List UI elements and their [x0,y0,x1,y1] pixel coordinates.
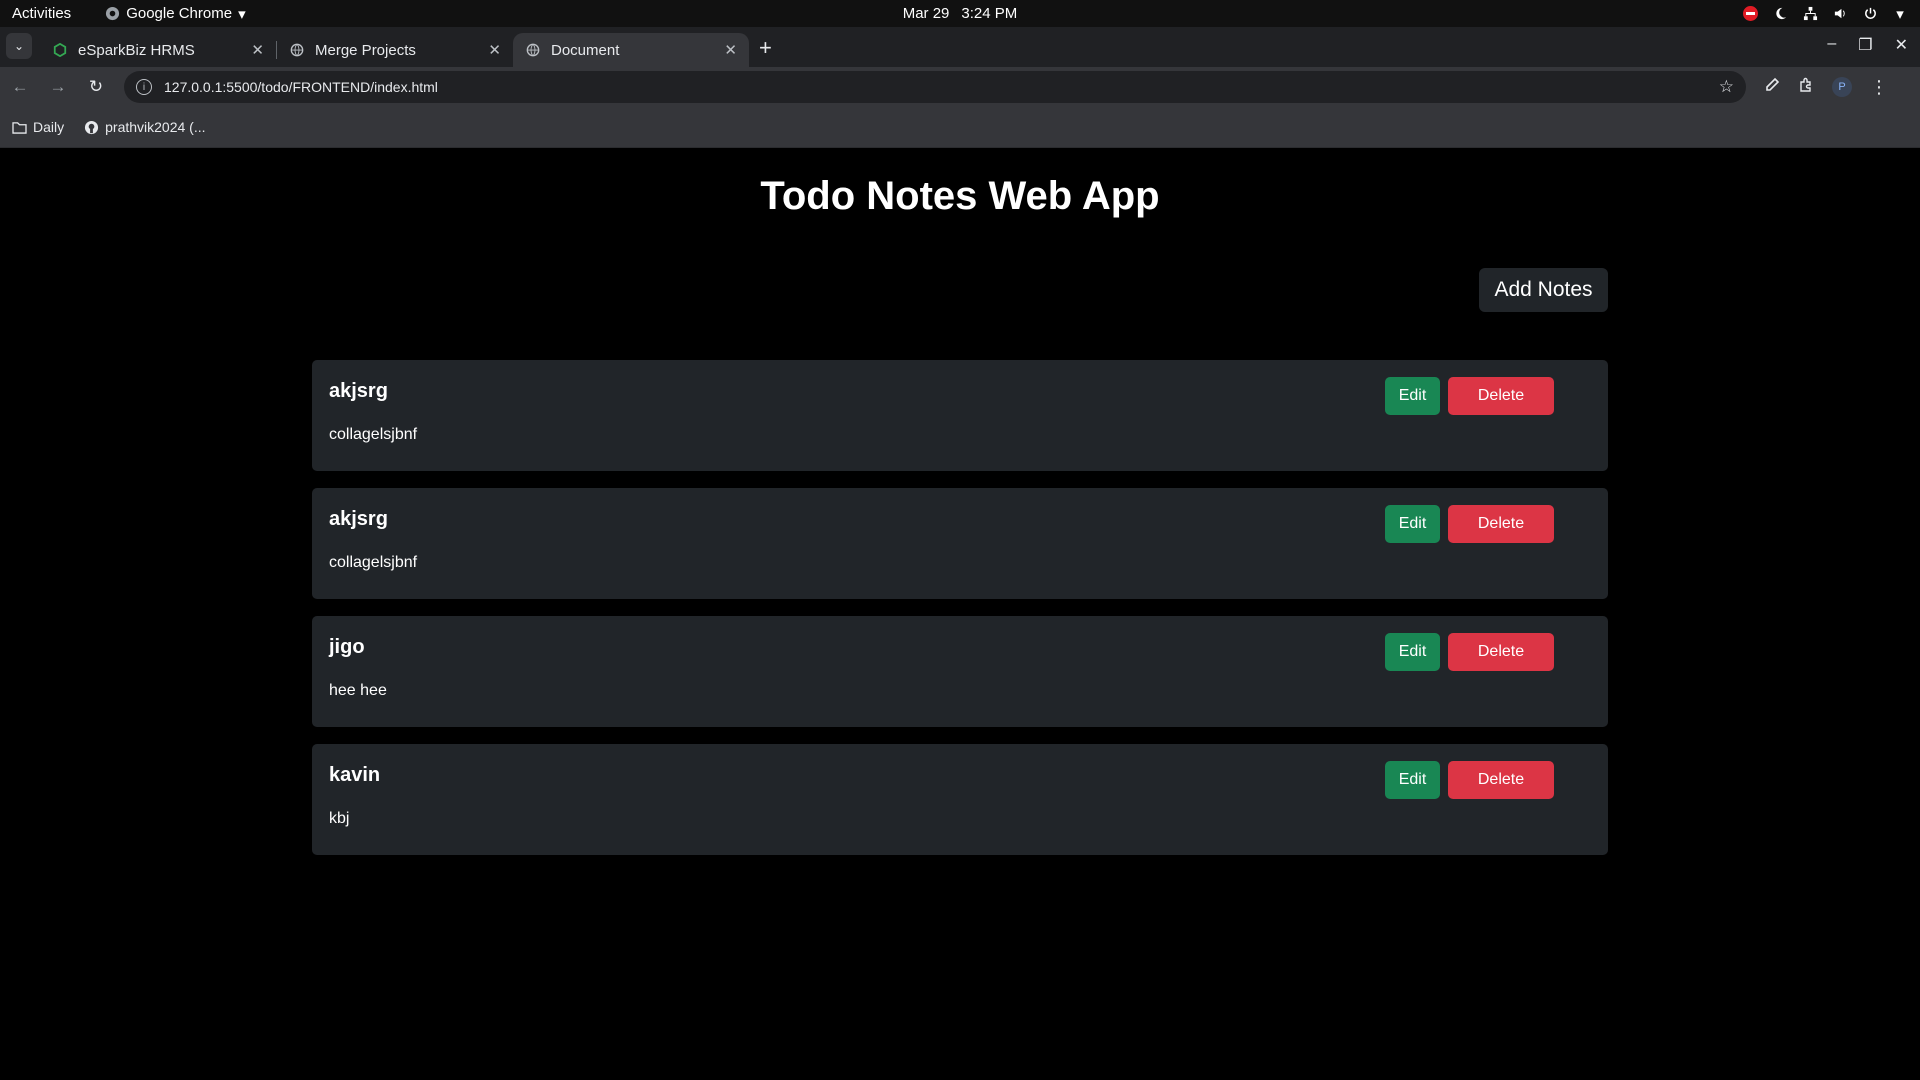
restore-icon[interactable]: ❐ [1858,35,1872,55]
close-tab-icon[interactable]: ✕ [251,41,264,59]
delete-button[interactable]: Delete [1448,761,1554,799]
address-bar[interactable]: i 127.0.0.1:5500/todo/FRONTEND/index.htm… [124,71,1746,103]
tab-merge-projects[interactable]: Merge Projects ✕ [277,33,513,67]
tab-title: Merge Projects [315,41,416,59]
back-icon[interactable]: ← [10,77,30,97]
system-top-bar: Activities Google Chrome ▾ Mar 29 3:24 PM… [0,0,1920,27]
bookmark-star-icon[interactable]: ☆ [1719,77,1734,97]
bookmark-daily[interactable]: Daily [12,119,64,135]
note-body: kbj [329,810,350,827]
network-icon[interactable] [1802,6,1818,22]
note-body: hee hee [329,682,387,699]
close-tab-icon[interactable]: ✕ [488,41,501,59]
bookmark-label: Daily [33,119,65,135]
add-notes-button[interactable]: Add Notes [1479,268,1608,312]
site-info-icon[interactable]: i [136,79,152,95]
esparkbiz-favicon [52,42,68,58]
window-controls: – ❐ ✕ [1827,35,1908,55]
note-card: akjsrg collagelsjbnf Edit Delete [312,488,1608,599]
edit-button[interactable]: Edit [1385,505,1440,543]
edit-button[interactable]: Edit [1385,633,1440,671]
note-title: akjsrg [329,380,388,402]
tab-title: eSparkBiz HRMS [78,41,195,59]
note-title: kavin [329,764,381,786]
tab-document[interactable]: Document ✕ [513,33,749,67]
note-body: collagelsjbnf [329,426,418,443]
extensions-icon[interactable] [1798,77,1814,98]
tab-esparkbiz[interactable]: eSparkBiz HRMS ✕ [40,33,276,67]
url-text[interactable]: 127.0.0.1:5500/todo/FRONTEND/index.html [164,79,1719,95]
edit-button[interactable]: Edit [1385,761,1440,799]
tray-caret-icon[interactable]: ▾ [1892,6,1908,23]
toolbar-actions: P ⋮ [1764,77,1888,98]
notes-list: akjsrg collagelsjbnf Edit Delete akjsrg … [312,360,1608,872]
note-title: jigo [329,636,365,658]
tab-title: Document [551,41,620,59]
bookmarks-bar: Daily prathvik2024 (... [0,107,1920,148]
note-body: collagelsjbnf [329,554,418,571]
app-name: Google Chrome [126,5,233,22]
clock-time: 3:24 PM [961,5,1018,22]
activities-button[interactable]: Activities [0,5,83,22]
globe-icon [525,42,541,58]
bookmark-label: prathvik2024 (... [105,119,206,135]
delete-button[interactable]: Delete [1448,633,1554,671]
forward-icon[interactable]: → [48,77,68,97]
clock[interactable]: Mar 29 3:24 PM [903,5,1018,22]
eyedropper-icon[interactable] [1764,77,1780,98]
volume-icon[interactable] [1832,6,1848,22]
delete-button[interactable]: Delete [1448,505,1554,543]
close-tab-icon[interactable]: ✕ [724,41,737,59]
note-title: akjsrg [329,508,388,530]
close-window-icon[interactable]: ✕ [1895,35,1908,55]
delete-button[interactable]: Delete [1448,377,1554,415]
night-light-icon[interactable] [1772,6,1788,22]
note-card: kavin kbj Edit Delete [312,744,1608,855]
tab-search-button[interactable]: ⌄ [6,33,32,59]
edit-button[interactable]: Edit [1385,377,1440,415]
minimize-icon[interactable]: – [1827,35,1836,55]
chrome-icon [106,6,120,21]
menu-dots-icon[interactable]: ⋮ [1870,77,1888,98]
reload-icon[interactable]: ↻ [86,77,106,97]
globe-icon [289,42,305,58]
github-icon [85,120,99,134]
page-title: Todo Notes Web App [760,174,1160,218]
app-menu[interactable]: Google Chrome ▾ [105,5,246,23]
note-card: jigo hee hee Edit Delete [312,616,1608,727]
do-not-disturb-icon[interactable] [1742,6,1758,22]
profile-avatar[interactable]: P [1832,77,1852,97]
system-tray[interactable]: ▾ [1742,6,1908,23]
caret-down-icon: ▾ [238,5,246,23]
new-tab-button[interactable]: + [759,35,772,61]
tab-strip: ⌄ eSparkBiz HRMS ✕ Merge Projects ✕ Docu… [0,27,1920,67]
bookmark-github[interactable]: prathvik2024 (... [84,119,206,135]
browser-toolbar: ← → ↻ i 127.0.0.1:5500/todo/FRONTEND/ind… [0,67,1920,107]
clock-date: Mar 29 [902,5,950,22]
chevron-down-icon: ⌄ [13,39,25,53]
folder-icon [12,121,27,134]
note-card: akjsrg collagelsjbnf Edit Delete [312,360,1608,471]
power-icon[interactable] [1862,6,1878,22]
page-content: Todo Notes Web App Add Notes akjsrg coll… [0,148,1920,1080]
